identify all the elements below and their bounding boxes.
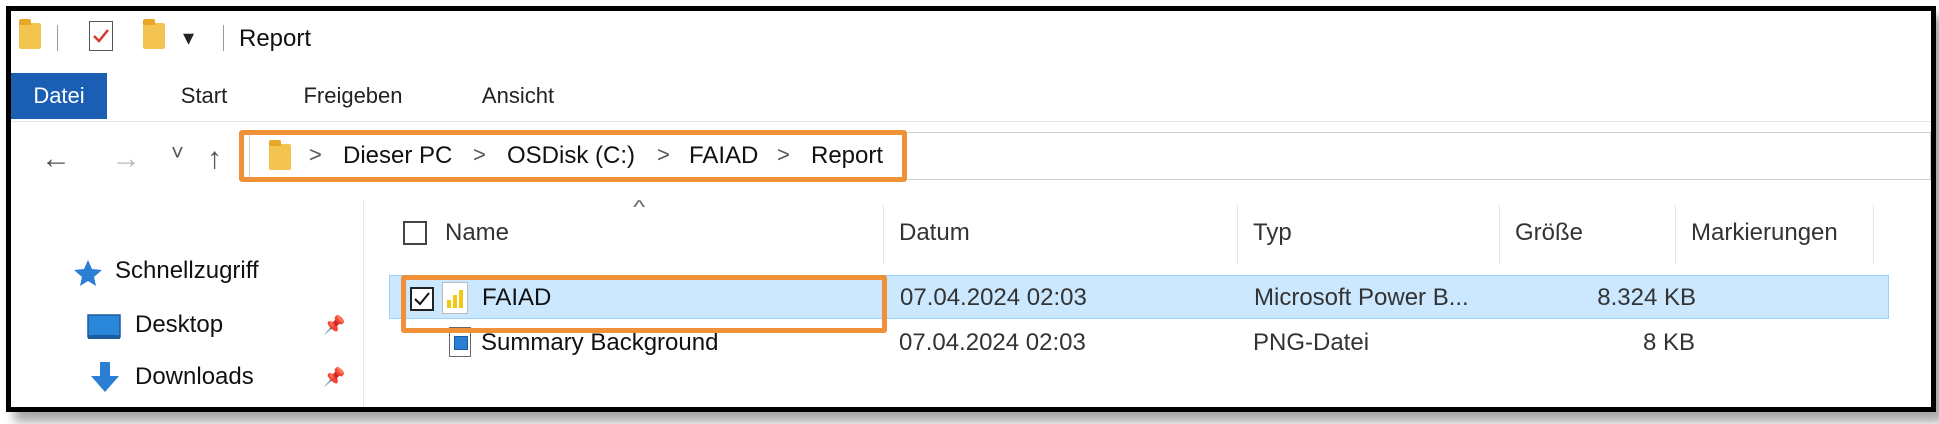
tab-freigeben[interactable]: Freigeben: [283, 73, 423, 119]
file-name: Summary Background: [481, 329, 719, 356]
address-highlight-annotation: [239, 130, 907, 182]
column-divider[interactable]: [1499, 205, 1500, 265]
tab-datei[interactable]: Datei: [11, 73, 107, 119]
navigation-bar: ← → ˅ ↑ > Dieser PC > OSDisk (C:) > FAIA…: [11, 121, 1931, 200]
forward-button[interactable]: →: [111, 142, 141, 176]
tab-start[interactable]: Start: [159, 73, 249, 119]
file-highlight-annotation: [401, 275, 887, 333]
toolbar-separator: [223, 25, 224, 51]
column-header-markierungen[interactable]: Markierungen: [1691, 219, 1838, 247]
title-bar: ▾ Report: [11, 11, 1931, 77]
column-header-row: Name Datum Typ Größe Markierungen: [373, 201, 1893, 265]
column-divider[interactable]: [883, 205, 884, 265]
file-size: 8 KB: [1642, 329, 1695, 356]
file-date: 07.04.2024 02:03: [899, 329, 1086, 356]
file-type: Microsoft Power B...: [1254, 284, 1469, 311]
ribbon-tabs: Datei Start Freigeben Ansicht: [11, 73, 1931, 119]
toolbar-separator: [57, 25, 58, 51]
checkmark-icon: [93, 29, 109, 43]
column-header-groesse[interactable]: Größe: [1515, 219, 1583, 247]
column-divider[interactable]: [1675, 205, 1676, 265]
new-folder-button[interactable]: [143, 19, 165, 49]
file-size: 8.324 KB: [1597, 284, 1696, 311]
column-header-name[interactable]: Name: [445, 219, 509, 247]
sidebar-item-label: Desktop: [135, 311, 224, 338]
sidebar-item-label: Schnellzugriff: [115, 257, 259, 284]
explorer-window: ▾ Report Datei Start Freigeben Ansicht ←…: [6, 6, 1936, 412]
sidebar-item-downloads[interactable]: Downloads 📌: [11, 357, 363, 397]
column-header-datum[interactable]: Datum: [899, 219, 970, 247]
tab-ansicht[interactable]: Ansicht: [463, 73, 573, 119]
sidebar-item-schnellzugriff[interactable]: Schnellzugriff: [11, 251, 363, 291]
sidebar-item-desktop[interactable]: Desktop 📌: [11, 305, 363, 345]
star-icon: [74, 260, 102, 286]
download-arrow-icon: [91, 362, 119, 392]
pin-icon[interactable]: 📌: [323, 367, 345, 388]
up-button[interactable]: ↑: [207, 142, 222, 176]
back-button[interactable]: ←: [41, 142, 71, 176]
column-divider[interactable]: [1237, 205, 1238, 265]
properties-button[interactable]: [89, 21, 113, 51]
navigation-pane: Schnellzugriff Desktop 📌 Downloads 📌: [11, 201, 364, 407]
file-date: 07.04.2024 02:03: [900, 284, 1087, 311]
window-title: Report: [239, 25, 312, 52]
folder-icon: [19, 19, 41, 49]
desktop-icon: [87, 314, 121, 339]
column-header-typ[interactable]: Typ: [1253, 219, 1292, 247]
file-type: PNG-Datei: [1253, 329, 1370, 356]
recent-locations-button[interactable]: ˅: [171, 140, 184, 166]
column-divider[interactable]: [1873, 205, 1874, 265]
customize-toolbar-dropdown-icon[interactable]: ▾: [183, 25, 194, 51]
sidebar-item-label: Downloads: [135, 363, 254, 390]
pin-icon[interactable]: 📌: [323, 315, 345, 336]
